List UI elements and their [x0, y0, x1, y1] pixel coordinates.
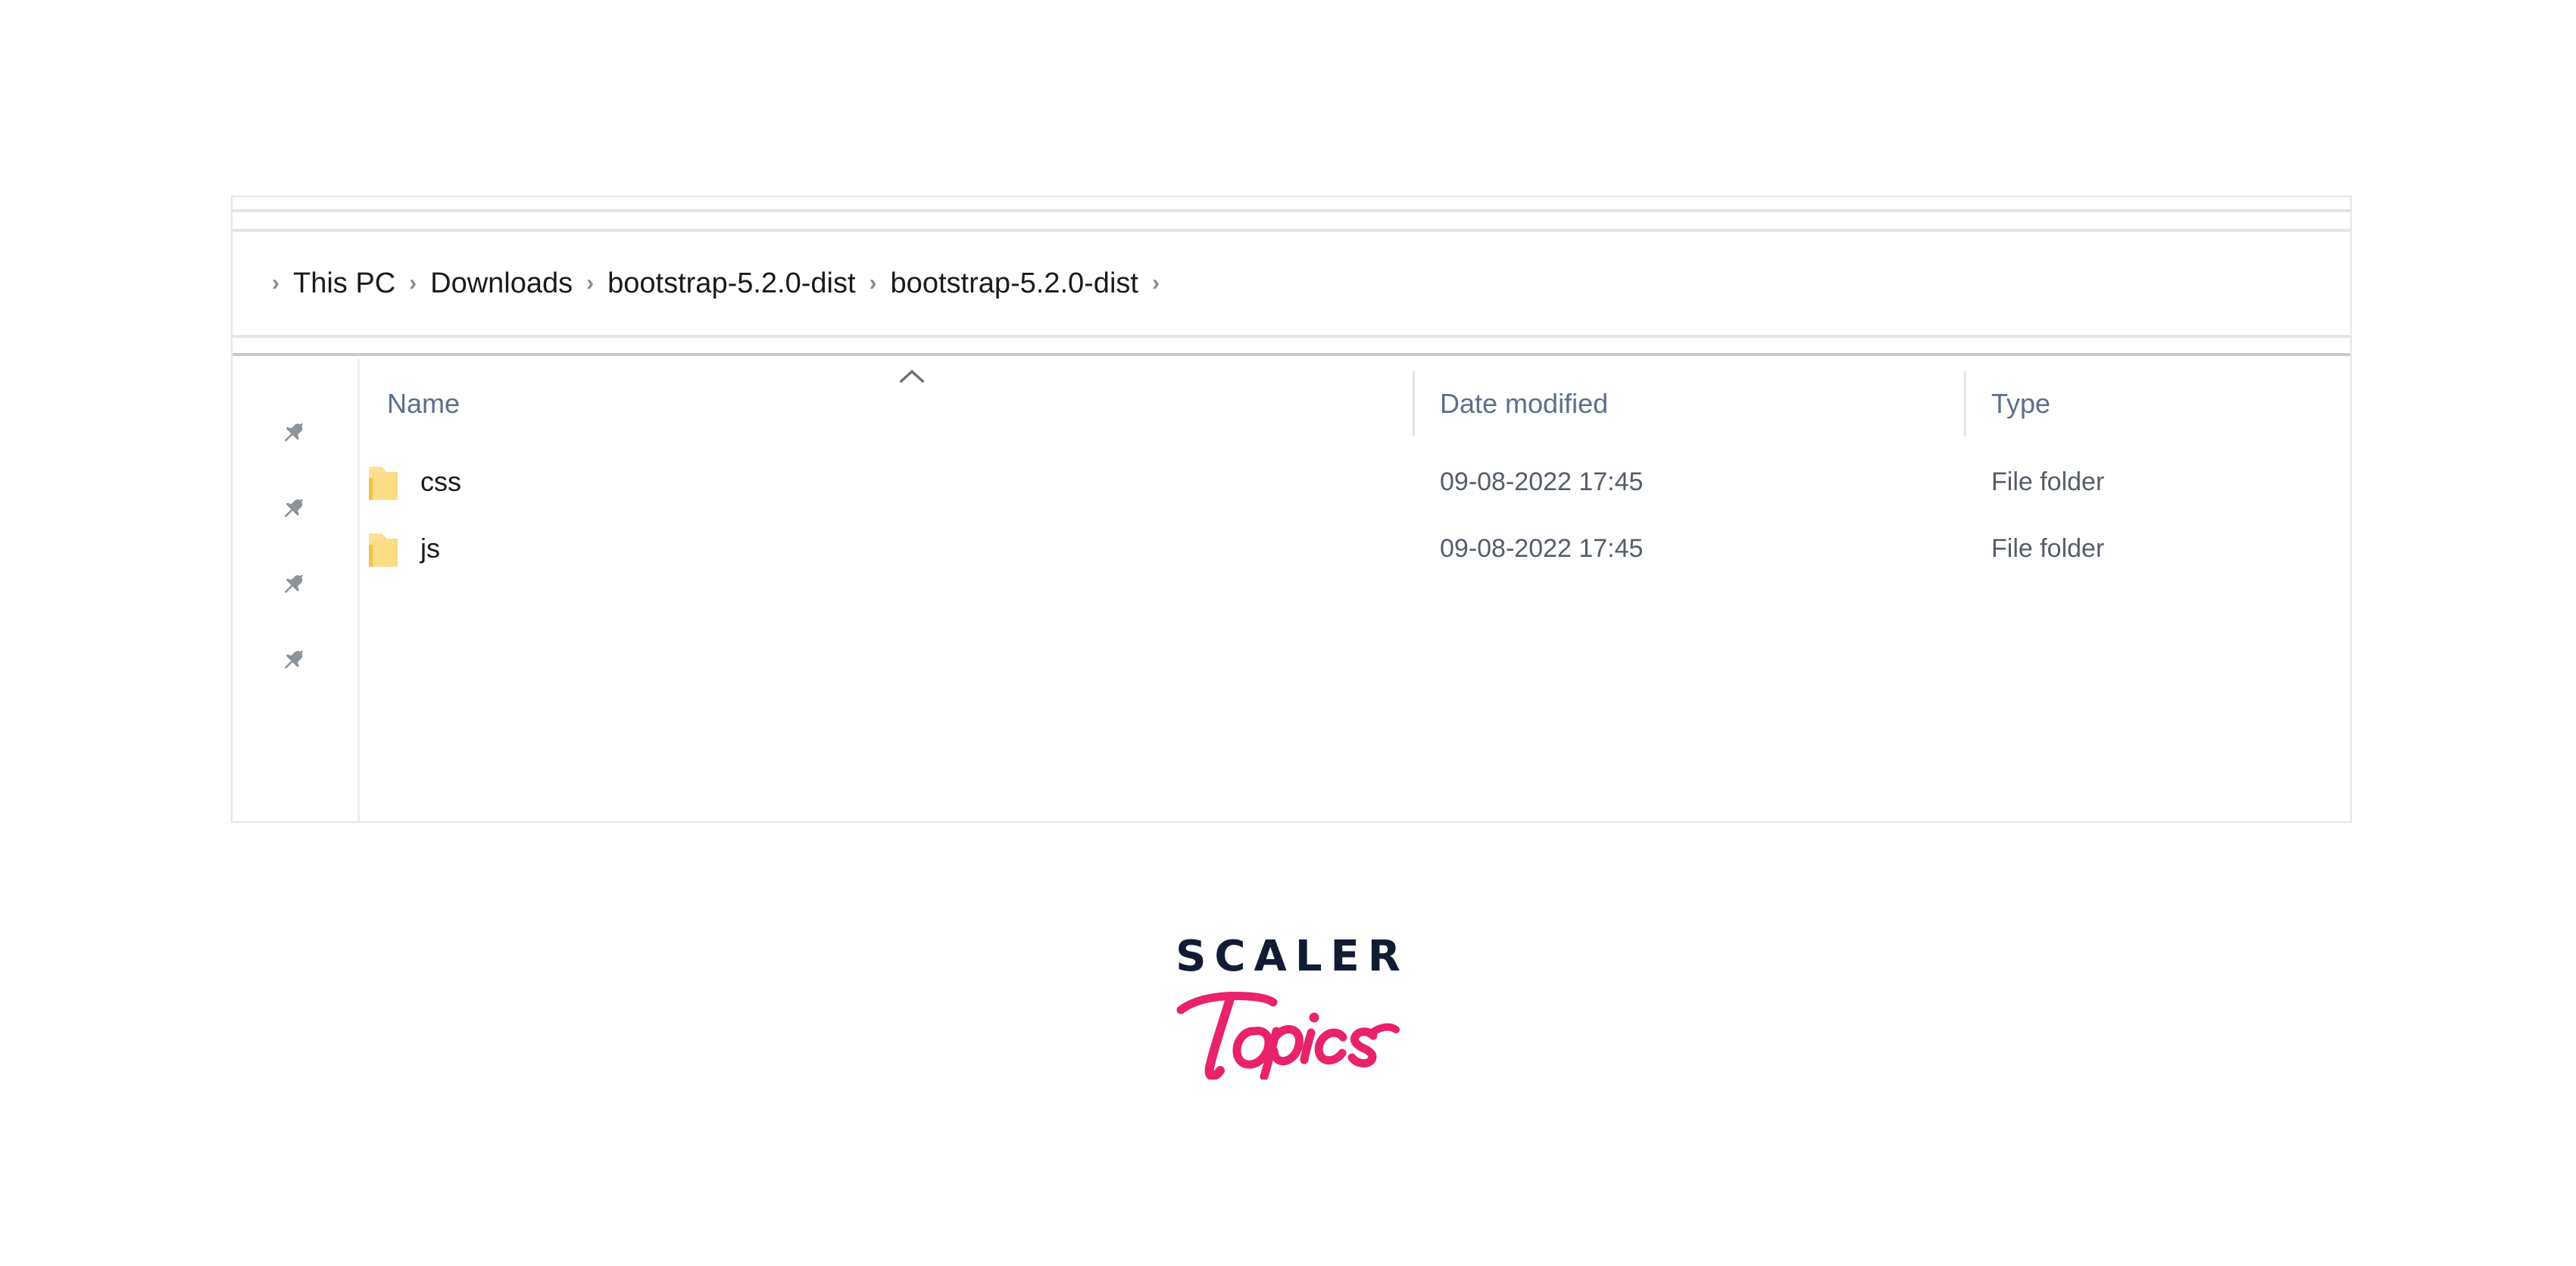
cell-type: File folder: [1964, 515, 2350, 582]
file-name-label: css: [420, 466, 461, 497]
cell-type: File folder: [1964, 449, 2350, 515]
cell-date-modified: 09-08-2022 17:45: [1413, 449, 1964, 515]
pin-icon[interactable]: [276, 417, 310, 450]
logo-topics-script: [1175, 981, 1402, 1080]
breadcrumb-chevron-icon-3[interactable]: ›: [860, 272, 886, 295]
folder-icon: [369, 462, 398, 502]
date-modified-label: 09-08-2022 17:45: [1440, 534, 1644, 563]
type-label: File folder: [1991, 534, 2105, 563]
column-header-name[interactable]: Name: [360, 359, 1413, 449]
cell-name[interactable]: js: [360, 515, 1413, 582]
pin-icon[interactable]: [276, 568, 310, 602]
breadcrumb-chevron-icon-0: ›: [272, 270, 279, 295]
file-rows: css 09-08-2022 17:45 File folder js 09-0…: [360, 449, 2350, 582]
column-header-name-label: Name: [387, 388, 461, 419]
column-divider[interactable]: [1964, 371, 1966, 436]
toolbar-strip: [233, 335, 2350, 356]
address-bar[interactable]: › This PC › Downloads › bootstrap-5.2.0-…: [233, 232, 2350, 335]
cell-date-modified: 09-08-2022 17:45: [1413, 515, 1964, 582]
breadcrumb-item-bootstrap-dist-outer[interactable]: bootstrap-5.2.0-dist: [603, 266, 860, 301]
chevron-up-icon: [899, 368, 925, 383]
breadcrumb-chevron-icon-1[interactable]: ›: [400, 272, 426, 295]
logo-scaler-wordmark: SCALER: [1176, 932, 1409, 981]
table-row[interactable]: js 09-08-2022 17:45 File folder: [360, 515, 2350, 582]
pin-icon[interactable]: [276, 644, 310, 677]
column-divider[interactable]: [1413, 371, 1415, 436]
navigation-pane: [233, 359, 360, 821]
file-explorer-window: › This PC › Downloads › bootstrap-5.2.0-…: [231, 195, 2352, 823]
column-header-date-modified[interactable]: Date modified: [1413, 359, 1964, 449]
breadcrumb-item-downloads[interactable]: Downloads: [426, 266, 577, 301]
breadcrumb: › This PC › Downloads › bootstrap-5.2.0-…: [233, 232, 1169, 335]
type-label: File folder: [1991, 467, 2105, 496]
folder-icon: [369, 529, 398, 568]
ribbon-strip-top: [233, 197, 2350, 212]
breadcrumb-chevron-icon-4[interactable]: ›: [1143, 272, 1169, 295]
column-header-row: Name Date modified Type: [360, 359, 2350, 449]
pin-icon[interactable]: [276, 492, 310, 526]
ribbon-strip-secondary: [233, 212, 2350, 232]
column-header-type-label: Type: [1991, 388, 2051, 419]
cell-name[interactable]: css: [360, 449, 1413, 515]
column-header-type[interactable]: Type: [1964, 359, 2350, 449]
scaler-topics-logo: SCALER: [0, 936, 2576, 1080]
breadcrumb-chevron-icon-2[interactable]: ›: [577, 272, 603, 295]
breadcrumb-item-bootstrap-dist-inner[interactable]: bootstrap-5.2.0-dist: [886, 266, 1143, 301]
date-modified-label: 09-08-2022 17:45: [1440, 467, 1644, 496]
file-list-pane: Name Date modified Type css 09-08-2022 1…: [360, 359, 2350, 821]
column-header-date-modified-label: Date modified: [1440, 388, 1609, 419]
explorer-content: Name Date modified Type css 09-08-2022 1…: [233, 359, 2350, 821]
file-name-label: js: [420, 533, 440, 564]
breadcrumb-item-this-pc[interactable]: This PC: [289, 266, 400, 301]
table-row[interactable]: css 09-08-2022 17:45 File folder: [360, 449, 2350, 515]
